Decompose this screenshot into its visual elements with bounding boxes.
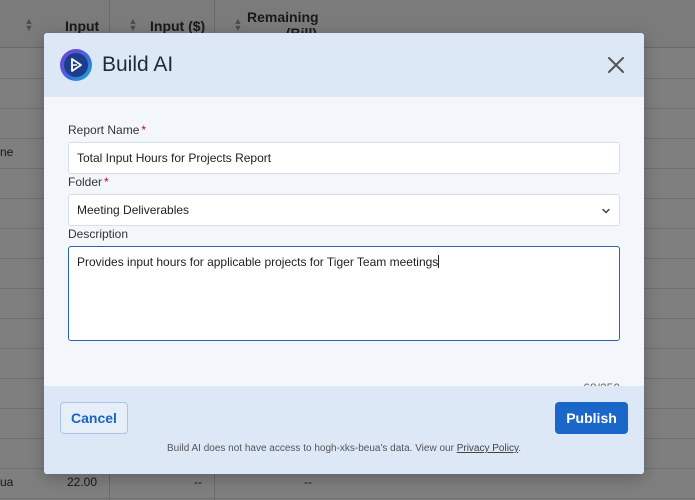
text-caret xyxy=(438,255,440,268)
report-name-value: Total Input Hours for Projects Report xyxy=(77,151,272,165)
required-mark: * xyxy=(104,175,109,189)
dialog-header: Build AI xyxy=(44,33,644,97)
folder-label: Folder * xyxy=(68,175,109,189)
dialog-footer: Cancel Publish Build AI does not have ac… xyxy=(44,386,644,474)
chevron-down-icon xyxy=(601,205,611,215)
close-icon[interactable] xyxy=(606,55,626,75)
description-textarea[interactable]: Provides input hours for applicable proj… xyxy=(68,246,620,341)
privacy-note: Build AI does not have access to hogh-xk… xyxy=(167,443,521,454)
folder-value: Meeting Deliverables xyxy=(77,203,190,217)
description-value: Provides input hours for applicable proj… xyxy=(77,255,439,269)
cancel-button[interactable]: Cancel xyxy=(60,402,128,434)
report-name-input[interactable]: Total Input Hours for Projects Report xyxy=(68,142,620,174)
folder-select[interactable]: Meeting Deliverables xyxy=(68,194,620,226)
publish-button[interactable]: Publish xyxy=(555,402,628,434)
dialog-body: Report Name * Total Input Hours for Proje… xyxy=(44,97,644,395)
description-label: Description xyxy=(68,227,129,241)
build-ai-logo-icon xyxy=(60,49,92,81)
required-mark: * xyxy=(141,123,147,137)
build-ai-dialog: Build AI Report Name * Total Input Hours … xyxy=(44,33,644,474)
dialog-title: Build AI xyxy=(102,53,174,76)
privacy-policy-link[interactable]: Privacy Policy xyxy=(457,443,519,454)
report-name-label: Report Name * xyxy=(68,123,147,137)
